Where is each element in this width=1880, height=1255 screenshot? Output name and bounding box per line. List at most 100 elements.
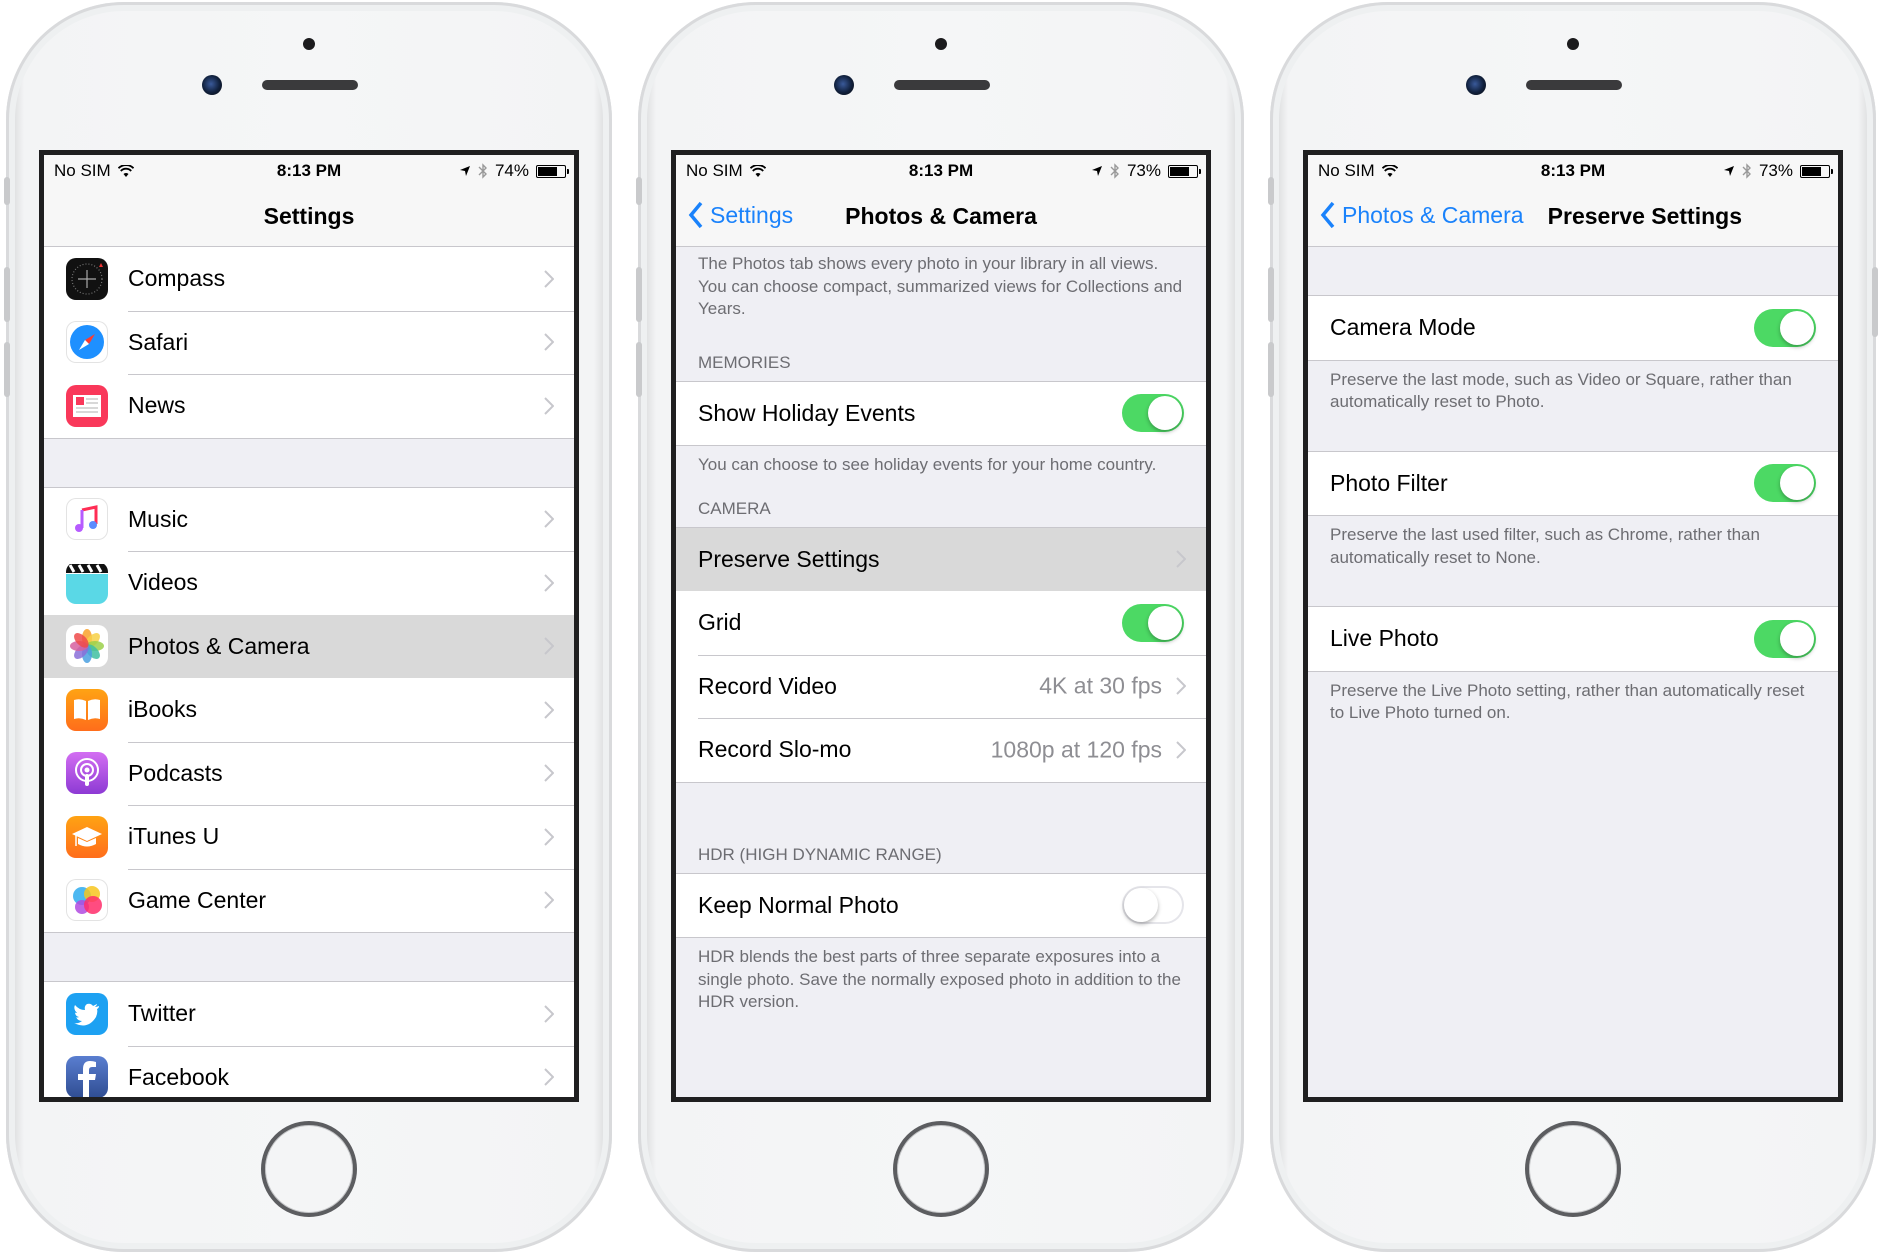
settings-row-news[interactable]: News (44, 374, 574, 438)
photos-icon (66, 625, 108, 668)
chevron-right-icon (1176, 677, 1186, 695)
photos-camera-list: The Photos tab shows every photo in your… (676, 247, 1206, 1097)
row-label: Live Photo (1330, 625, 1439, 652)
camera-group: Preserve Settings Grid Record Video 4K a… (676, 526, 1206, 783)
status-bar: No SIM 8:13 PM 73% (1308, 155, 1838, 185)
settings-row-facebook[interactable]: Facebook (44, 1045, 574, 1097)
section-header-camera: CAMERA (698, 498, 771, 518)
front-camera (1466, 75, 1486, 95)
settings-row-twitter[interactable]: Twitter (44, 982, 574, 1046)
chevron-right-icon (544, 701, 554, 719)
row-label: iTunes U (128, 823, 220, 850)
row-label: Photos & Camera (128, 632, 310, 659)
chevron-right-icon (544, 637, 554, 655)
show-holiday-events-toggle[interactable] (1122, 394, 1184, 433)
row-label: iBooks (128, 696, 198, 723)
bluetooth-icon (478, 163, 487, 179)
ibooks-icon (66, 688, 108, 731)
mute-switch (4, 177, 10, 205)
row-label: Keep Normal Photo (698, 891, 899, 918)
photo-filter-group: Photo Filter (1308, 450, 1838, 516)
screen-preserve-settings: No SIM 8:13 PM 73% Photos & Camera Prese… (1303, 150, 1843, 1102)
record-slomo-value: 1080p at 120 fps (990, 736, 1162, 763)
hdr-footer: HDR blends the best parts of three separ… (698, 947, 1181, 1011)
earpiece-speaker (894, 80, 990, 90)
home-button[interactable] (893, 1121, 989, 1217)
settings-row-itunes-u[interactable]: iTunes U (44, 805, 574, 869)
safari-icon (66, 321, 108, 364)
camera-mode-toggle[interactable] (1754, 308, 1816, 347)
settings-row-videos[interactable]: Videos (44, 551, 574, 615)
volume-up-button (636, 267, 642, 322)
proximity-sensor (935, 38, 947, 50)
settings-row-game-center[interactable]: Game Center (44, 868, 574, 932)
volume-down-button (4, 342, 10, 397)
live-photo-group: Live Photo (1308, 606, 1838, 672)
battery-icon (536, 164, 569, 178)
status-bar: No SIM 8:13 PM 74% (44, 155, 574, 185)
settings-row-music[interactable]: Music (44, 487, 574, 551)
volume-up-button (4, 267, 10, 322)
row-label: Record Video (698, 672, 837, 699)
preserve-settings-row[interactable]: Preserve Settings (676, 527, 1206, 591)
chevron-right-icon (544, 1068, 554, 1086)
row-label: Camera Mode (1330, 314, 1476, 341)
mute-switch (1268, 177, 1274, 205)
bluetooth-icon (1110, 163, 1119, 179)
keep-normal-photo-toggle[interactable] (1122, 886, 1184, 925)
battery-percent: 73% (1126, 161, 1161, 180)
home-button[interactable] (261, 1121, 357, 1217)
chevron-right-icon (1176, 550, 1186, 568)
front-camera (834, 75, 854, 95)
screen-photos-camera: No SIM 8:13 PM 73% Settings Photos & Cam… (671, 150, 1211, 1102)
bluetooth-icon (1742, 163, 1751, 179)
row-label: Compass (128, 265, 226, 292)
chevron-right-icon (544, 828, 554, 846)
settings-row-compass[interactable]: Compass (44, 247, 574, 311)
camera-mode-footer: Preserve the last mode, such as Video or… (1330, 369, 1792, 412)
record-video-row[interactable]: Record Video 4K at 30 fps (676, 654, 1206, 718)
mute-switch (636, 177, 642, 205)
facebook-icon (66, 1056, 108, 1097)
row-label: Music (128, 505, 189, 532)
chevron-right-icon (544, 764, 554, 782)
itunes-u-icon (66, 815, 108, 858)
camera-mode-group: Camera Mode (1308, 295, 1838, 361)
navigation-bar: Photos & Camera Preserve Settings (1308, 185, 1838, 247)
settings-row-podcasts[interactable]: Podcasts (44, 741, 574, 805)
live-photo-toggle[interactable] (1754, 619, 1816, 658)
grid-toggle[interactable] (1122, 603, 1184, 642)
photo-filter-row: Photo Filter (1308, 451, 1838, 515)
podcasts-icon (66, 752, 108, 795)
settings-row-ibooks[interactable]: iBooks (44, 678, 574, 742)
power-button (1872, 267, 1878, 337)
photo-filter-toggle[interactable] (1754, 464, 1816, 503)
chevron-right-icon (544, 333, 554, 351)
battery-icon (1800, 164, 1833, 178)
live-photo-row: Live Photo (1308, 607, 1838, 671)
chevron-right-icon (1176, 741, 1186, 759)
settings-list: Compass Safari News Music Videos Photos … (44, 247, 574, 1097)
videos-icon (66, 561, 108, 604)
row-label: Twitter (128, 1000, 196, 1027)
chevron-right-icon (544, 270, 554, 288)
screen-settings: No SIM 8:13 PM 74% Settings Compass Safa… (39, 150, 579, 1102)
record-slomo-row[interactable]: Record Slo-mo 1080p at 120 fps (676, 718, 1206, 782)
location-arrow-icon (459, 166, 470, 176)
navigation-bar: Settings (44, 185, 574, 247)
row-label: Show Holiday Events (698, 399, 916, 426)
keep-normal-photo-row: Keep Normal Photo (676, 873, 1206, 937)
settings-row-photos-camera[interactable]: Photos & Camera (44, 614, 574, 678)
twitter-icon (66, 992, 108, 1035)
home-button[interactable] (1525, 1121, 1621, 1217)
back-button[interactable]: Photos & Camera (1320, 201, 1524, 229)
compass-icon (66, 257, 108, 300)
earpiece-speaker (1526, 80, 1622, 90)
chevron-left-icon (1320, 201, 1335, 229)
proximity-sensor (1567, 38, 1579, 50)
settings-row-safari[interactable]: Safari (44, 310, 574, 374)
record-video-value: 4K at 30 fps (1039, 672, 1162, 699)
back-label: Photos & Camera (1342, 201, 1524, 228)
